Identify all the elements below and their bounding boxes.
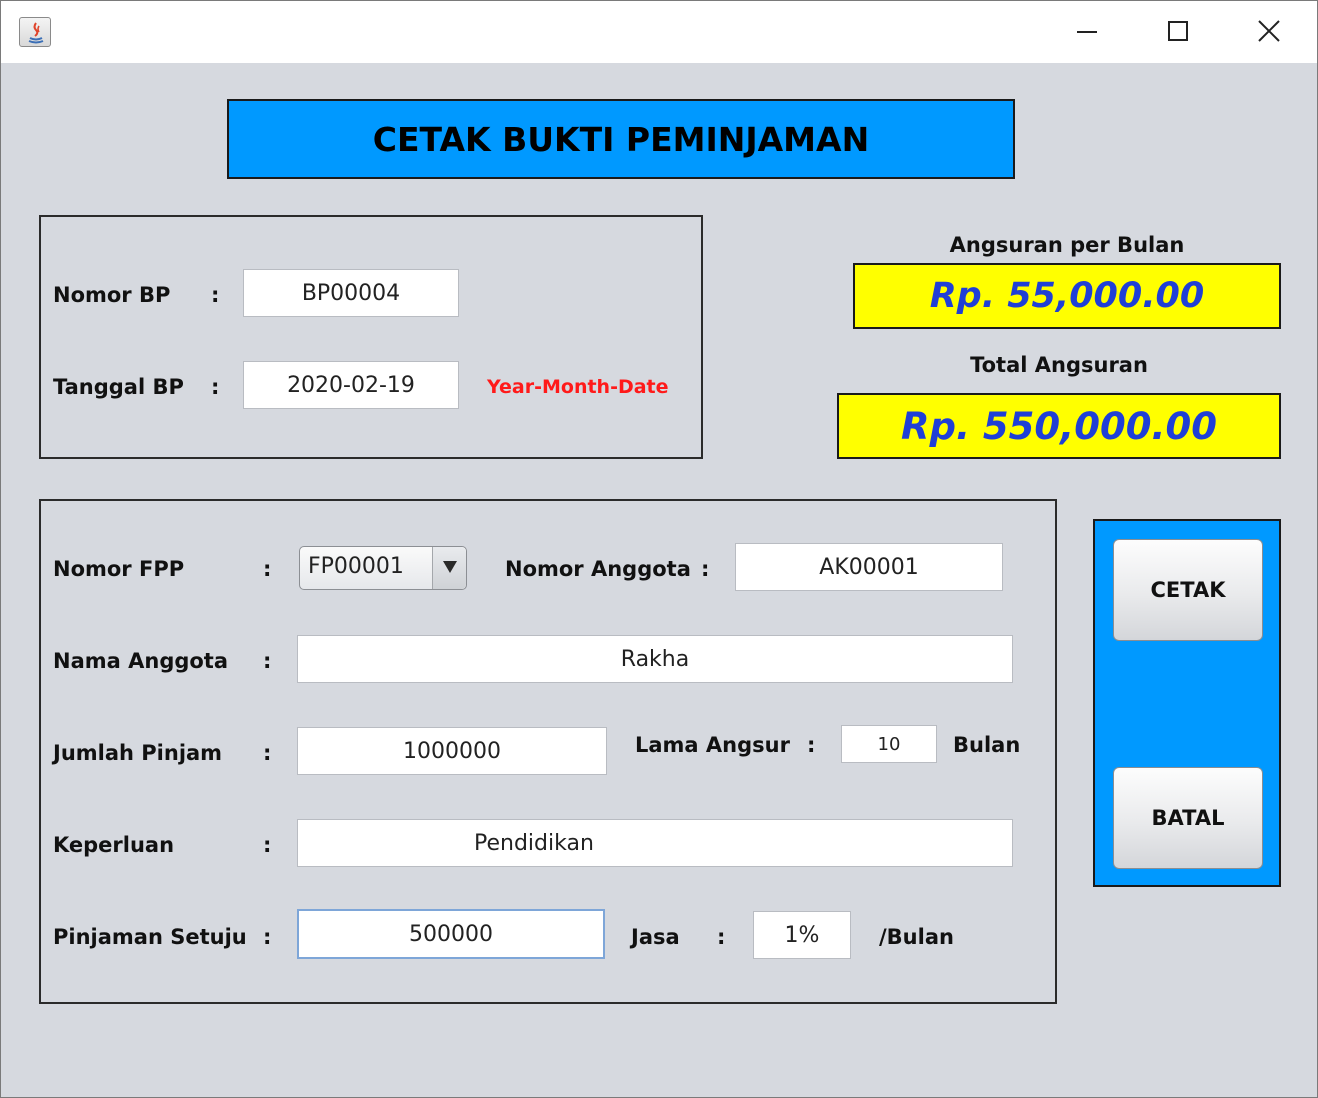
action-panel: CETAK BATAL <box>1093 519 1281 887</box>
nomor-fpp-select[interactable]: FP00001 <box>299 546 467 590</box>
cetak-button[interactable]: CETAK <box>1113 539 1263 641</box>
angsuran-per-bulan-value: Rp. 55,000.00 <box>853 263 1281 329</box>
close-button[interactable] <box>1239 9 1299 53</box>
total-angsuran-value: Rp. 550,000.00 <box>837 393 1281 459</box>
pinjaman-setuju-colon: : <box>263 925 272 949</box>
jumlah-pinjam-field[interactable]: 1000000 <box>297 727 607 775</box>
nomor-anggota-colon: : <box>701 557 710 581</box>
nama-anggota-field[interactable]: Rakha <box>297 635 1013 683</box>
lama-angsur-colon: : <box>807 733 816 757</box>
nomor-fpp-selected: FP00001 <box>308 554 404 579</box>
maximize-button[interactable] <box>1147 9 1207 53</box>
maximize-icon <box>1168 21 1188 41</box>
lama-angsur-label: Lama Angsur <box>635 733 790 757</box>
content-area: CETAK BUKTI PEMINJAMAN Nomor BP : BP0000… <box>1 63 1317 1097</box>
nomor-fpp-label: Nomor FPP <box>53 557 185 581</box>
nomor-anggota-label: Nomor Anggota <box>505 557 691 581</box>
pinjaman-setuju-label: Pinjaman Setuju <box>53 925 247 949</box>
jasa-colon: : <box>717 925 726 949</box>
nomor-anggota-field[interactable]: AK00001 <box>735 543 1003 591</box>
app-window: CETAK BUKTI PEMINJAMAN Nomor BP : BP0000… <box>0 0 1318 1098</box>
bp-panel: Nomor BP : BP00004 Tanggal BP : 2020-02-… <box>39 215 703 459</box>
keperluan-label: Keperluan <box>53 833 175 857</box>
jumlah-pinjam-colon: : <box>263 741 272 765</box>
loan-form-panel: Nomor FPP : FP00001 Nomor Anggota : AK00… <box>39 499 1057 1004</box>
pinjaman-setuju-field[interactable]: 500000 <box>297 909 605 959</box>
nomor-bp-colon: : <box>211 283 220 307</box>
keperluan-field[interactable]: Pendidikan <box>297 819 1013 867</box>
minimize-icon <box>1077 31 1097 33</box>
jumlah-pinjam-label: Jumlah Pinjam <box>53 741 223 765</box>
lama-angsur-field[interactable]: 10 <box>841 725 937 763</box>
jasa-field[interactable]: 1% <box>753 911 851 959</box>
minimize-button[interactable] <box>1057 9 1117 53</box>
angsuran-per-bulan-label: Angsuran per Bulan <box>949 233 1185 257</box>
java-app-icon <box>19 17 51 47</box>
nama-anggota-colon: : <box>263 649 272 673</box>
date-format-hint: Year-Month-Date <box>487 376 669 398</box>
title-bar <box>1 1 1317 63</box>
dropdown-arrow-button[interactable] <box>432 547 466 589</box>
jasa-label: Jasa <box>631 925 680 949</box>
dropdown-arrow-icon <box>443 561 457 573</box>
nomor-bp-label: Nomor BP <box>53 283 171 307</box>
keperluan-colon: : <box>263 833 272 857</box>
jasa-unit: /Bulan <box>879 925 954 949</box>
tanggal-bp-colon: : <box>211 375 220 399</box>
nomor-fpp-colon: : <box>263 557 272 581</box>
total-angsuran-label: Total Angsuran <box>970 353 1148 377</box>
tanggal-bp-label: Tanggal BP <box>53 375 184 399</box>
nama-anggota-label: Nama Anggota <box>53 649 229 673</box>
lama-angsur-unit: Bulan <box>953 733 1021 757</box>
page-title: CETAK BUKTI PEMINJAMAN <box>227 99 1015 179</box>
tanggal-bp-field[interactable]: 2020-02-19 <box>243 361 459 409</box>
batal-button[interactable]: BATAL <box>1113 767 1263 869</box>
close-icon <box>1258 20 1280 42</box>
nomor-bp-field[interactable]: BP00004 <box>243 269 459 317</box>
